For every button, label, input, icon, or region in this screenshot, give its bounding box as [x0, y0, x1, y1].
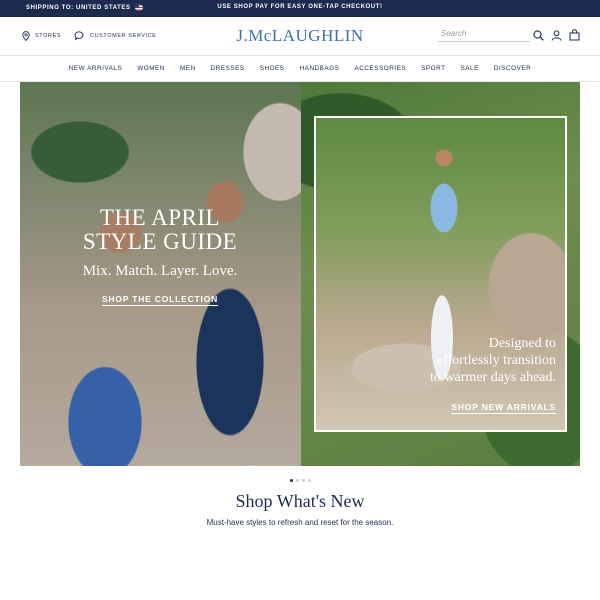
search-icon[interactable]	[533, 30, 544, 41]
nav-accessories[interactable]: ACCESSORIES	[354, 65, 406, 72]
nav-dresses[interactable]: DRESSES	[211, 65, 245, 72]
shop-collection-link[interactable]: SHOP THE COLLECTION	[60, 294, 260, 306]
section-title: Shop What's New	[235, 491, 365, 511]
hero-right-caption: Designed to effortlessly transition to w…	[430, 336, 556, 385]
nav-sport[interactable]: SPORT	[421, 65, 445, 72]
search-input[interactable]: Search	[438, 29, 530, 42]
carousel-dot[interactable]	[289, 479, 293, 482]
hero-title: THE APRIL STYLE GUIDE	[82, 205, 238, 254]
hero-banner[interactable]: THE APRIL STYLE GUIDE Mix. Match. Layer.…	[20, 82, 580, 466]
promo-message[interactable]: USE SHOP PAY FOR EASY ONE-TAP CHECKOUT!	[0, 4, 600, 10]
nav-women[interactable]: WOMEN	[137, 65, 165, 72]
main-nav: NEW ARRIVALS WOMEN MEN DRESSES SHOES HAN…	[0, 56, 600, 81]
account-icon[interactable]	[551, 30, 562, 41]
shop-new-arrivals-link[interactable]: SHOP NEW ARRIVALS	[396, 402, 556, 414]
shopping-bag-icon[interactable]	[569, 29, 580, 41]
carousel-dot[interactable]	[295, 479, 299, 482]
nav-shoes[interactable]: SHOES	[260, 65, 285, 72]
carousel-dots	[0, 479, 600, 482]
nav-sale[interactable]: SALE	[461, 65, 479, 72]
section-subtitle: Must-have styles to refresh and reset fo…	[206, 518, 394, 527]
hero-subtitle: Mix. Match. Layer. Love.	[82, 263, 238, 279]
nav-discover[interactable]: DISCOVER	[494, 65, 531, 72]
nav-men[interactable]: MEN	[180, 65, 196, 72]
announcement-bar: SHIPPING TO: UNITED STATES USE SHOP PAY …	[0, 0, 600, 17]
carousel-dot[interactable]	[307, 479, 311, 482]
carousel-dot[interactable]	[301, 479, 305, 482]
nav-new-arrivals[interactable]: NEW ARRIVALS	[69, 65, 122, 72]
nav-handbags[interactable]: HANDBAGS	[300, 65, 340, 72]
site-header: STORES CUSTOMER SERVICE J.McLAUGHLIN Sea…	[0, 17, 600, 55]
